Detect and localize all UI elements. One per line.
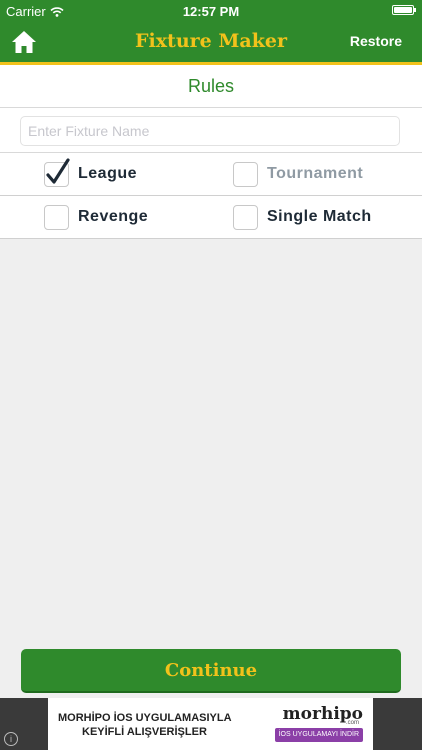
tournament-checkbox[interactable]: [233, 161, 258, 187]
fixture-name-input[interactable]: [20, 116, 400, 146]
options-row-1: League Tournament: [0, 153, 422, 196]
tournament-label: Tournament: [267, 165, 364, 182]
league-label: League: [78, 165, 138, 182]
ad-banner[interactable]: MORHİPO İOS UYGULAMASIYLA KEYİFLİ ALIŞVE…: [0, 698, 422, 750]
options-row-2: Revenge Single Match: [0, 196, 422, 239]
ad-cta-button[interactable]: İOS UYGULAMAYI İNDİR: [274, 728, 363, 742]
battery-icon: [392, 5, 416, 15]
tournament-option[interactable]: Tournament: [233, 153, 363, 195]
checkmark-icon: [46, 157, 70, 184]
nav-bar: Fixture Maker Restore: [0, 22, 422, 65]
restore-button[interactable]: Restore: [350, 33, 402, 49]
league-checkbox[interactable]: [44, 157, 70, 187]
status-bar: Carrier 12:57 PM: [0, 0, 422, 22]
status-time: 12:57 PM: [182, 4, 240, 19]
revenge-option[interactable]: Revenge: [44, 196, 148, 238]
ad-headline: MORHİPO İOS UYGULAMASIYLA: [58, 712, 232, 724]
fixture-name-row: [0, 108, 422, 153]
single-match-label: Single Match: [267, 208, 372, 225]
single-match-checkbox[interactable]: [233, 204, 258, 230]
revenge-label: Revenge: [78, 208, 149, 225]
single-match-option[interactable]: Single Match: [233, 196, 372, 238]
revenge-checkbox[interactable]: [44, 204, 69, 230]
ad-info-icon[interactable]: i: [4, 732, 18, 746]
page-title: Rules: [0, 65, 422, 108]
ad-subheadline: KEYİFLİ ALIŞVERİŞLER: [82, 726, 207, 738]
continue-button[interactable]: Continue: [21, 649, 401, 693]
league-option[interactable]: League: [44, 153, 137, 195]
ad-content[interactable]: MORHİPO İOS UYGULAMASIYLA KEYİFLİ ALIŞVE…: [48, 698, 373, 750]
ad-brand-domain: .com: [345, 720, 359, 726]
